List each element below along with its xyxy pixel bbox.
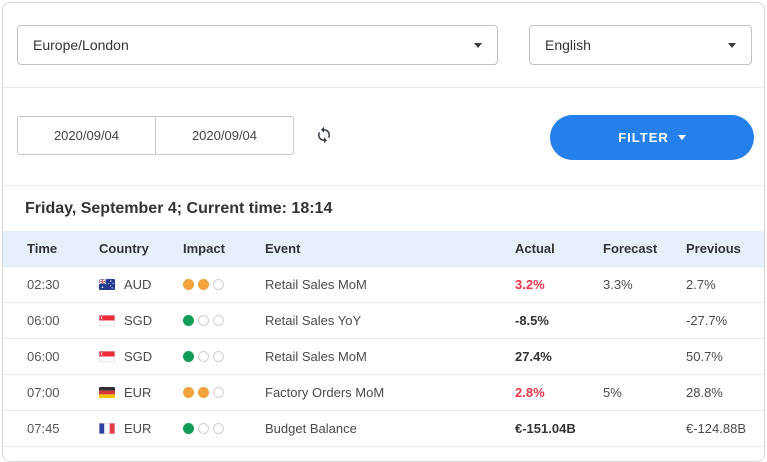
table-row[interactable]: 06:00 SGD Retail Sales YoY -8.5% -27.7% <box>3 303 764 339</box>
table-row[interactable]: 06:00 SGD Retail Sales MoM 27.4% 50.7% <box>3 339 764 375</box>
settings-bar: Europe/London English <box>3 3 764 88</box>
table-row[interactable]: 02:30 AUD Retail Sales MoM 3.2% 3.3% 2.7… <box>3 267 764 303</box>
date-range-picker: 2020/09/04 2020/09/04 <box>17 116 294 155</box>
australia-flag-icon <box>99 279 115 290</box>
impact-dot <box>183 315 194 326</box>
actual-value: 2.8% <box>515 385 545 400</box>
currency-code: AUD <box>124 277 152 292</box>
page-title: Friday, September 4; Current time: 18:14 <box>25 199 333 217</box>
impact-indicator <box>183 279 265 290</box>
actual-value: €-151.04B <box>515 421 576 436</box>
table-body: 02:30 AUD Retail Sales MoM 3.2% 3.3% 2.7… <box>3 267 764 447</box>
forecast-value: 3.3% <box>603 277 633 292</box>
column-header-impact: Impact <box>183 241 225 256</box>
table-header-row: Time Country Impact Event Actual Forecas… <box>3 231 764 267</box>
event-name: Budget Balance <box>265 421 357 436</box>
previous-value: €-124.88B <box>686 421 746 436</box>
language-value: English <box>545 37 591 53</box>
previous-value: -27.7% <box>686 313 728 328</box>
impact-dot <box>183 279 194 290</box>
event-time: 07:00 <box>27 385 60 400</box>
actual-value: -8.5% <box>515 313 549 328</box>
events-table: Time Country Impact Event Actual Forecas… <box>3 231 764 447</box>
impact-dot <box>198 351 209 362</box>
column-header-actual: Actual <box>515 241 555 256</box>
column-header-forecast: Forecast <box>603 241 658 256</box>
chevron-down-icon <box>677 135 686 140</box>
impact-indicator <box>183 387 265 398</box>
refresh-button[interactable] <box>314 126 334 146</box>
currency-code: EUR <box>124 421 152 436</box>
filter-button-label: FILTER <box>618 130 669 145</box>
event-name: Retail Sales MoM <box>265 277 367 292</box>
impact-indicator <box>183 315 265 326</box>
france-flag-icon <box>99 423 115 434</box>
column-header-previous: Previous <box>686 241 741 256</box>
impact-dot <box>213 315 224 326</box>
timezone-value: Europe/London <box>33 37 129 53</box>
filter-bar: 2020/09/04 2020/09/04 FILTER <box>3 88 764 186</box>
impact-dot <box>213 387 224 398</box>
event-name: Retail Sales YoY <box>265 313 362 328</box>
previous-value: 50.7% <box>686 349 723 364</box>
impact-dot <box>183 423 194 434</box>
table-row[interactable]: 07:00 EUR Factory Orders MoM 2.8% 5% 28.… <box>3 375 764 411</box>
germany-flag-icon <box>99 387 115 398</box>
refresh-icon <box>315 126 333 147</box>
chevron-down-icon <box>728 42 736 48</box>
actual-value: 27.4% <box>515 349 552 364</box>
singapore-flag-icon <box>99 351 115 362</box>
country-cell: SGD <box>99 349 183 364</box>
actual-value: 3.2% <box>515 277 545 292</box>
language-select[interactable]: English <box>529 25 752 65</box>
country-cell: EUR <box>99 421 183 436</box>
impact-dot <box>198 387 209 398</box>
event-time: 06:00 <box>27 313 60 328</box>
date-from-input[interactable]: 2020/09/04 <box>18 117 155 154</box>
event-name: Retail Sales MoM <box>265 349 367 364</box>
previous-value: 28.8% <box>686 385 723 400</box>
impact-dot <box>213 351 224 362</box>
impact-dot <box>183 351 194 362</box>
country-cell: SGD <box>99 313 183 328</box>
impact-dot <box>213 279 224 290</box>
chevron-down-icon <box>474 42 482 48</box>
event-name: Factory Orders MoM <box>265 385 385 400</box>
date-heading-row: Friday, September 4; Current time: 18:14 <box>3 186 764 231</box>
economic-calendar-widget: Europe/London English 2020/09/04 2020/09… <box>2 2 765 462</box>
column-header-time: Time <box>27 241 58 256</box>
filter-button[interactable]: FILTER <box>550 115 754 160</box>
country-cell: AUD <box>99 277 183 292</box>
currency-code: SGD <box>124 349 153 364</box>
column-header-event: Event <box>265 241 301 256</box>
currency-code: SGD <box>124 313 153 328</box>
impact-indicator <box>183 351 265 362</box>
previous-value: 2.7% <box>686 277 716 292</box>
country-cell: EUR <box>99 385 183 400</box>
event-time: 06:00 <box>27 349 60 364</box>
impact-indicator <box>183 423 265 434</box>
singapore-flag-icon <box>99 315 115 326</box>
table-row[interactable]: 07:45 EUR Budget Balance €-151.04B €-124… <box>3 411 764 447</box>
column-header-country: Country <box>99 241 149 256</box>
impact-dot <box>198 423 209 434</box>
impact-dot <box>183 387 194 398</box>
impact-dot <box>198 279 209 290</box>
currency-code: EUR <box>124 385 152 400</box>
timezone-select[interactable]: Europe/London <box>17 25 498 65</box>
impact-dot <box>198 315 209 326</box>
date-to-input[interactable]: 2020/09/04 <box>155 117 293 154</box>
forecast-value: 5% <box>603 385 622 400</box>
event-time: 02:30 <box>27 277 60 292</box>
impact-dot <box>213 423 224 434</box>
event-time: 07:45 <box>27 421 60 436</box>
